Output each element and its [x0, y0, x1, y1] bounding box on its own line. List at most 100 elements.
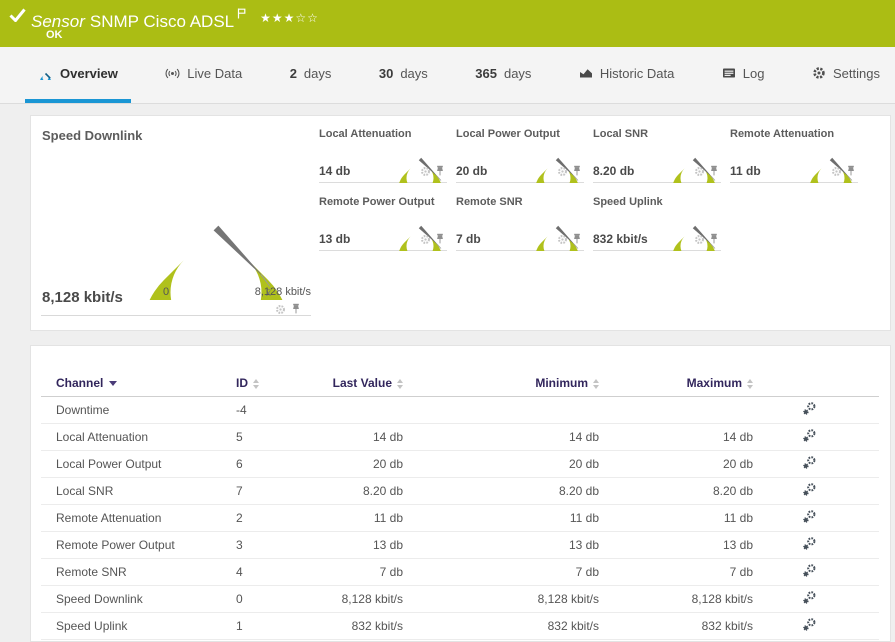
- pin-icon[interactable]: [572, 164, 582, 182]
- pin-icon[interactable]: [709, 232, 719, 250]
- channel-settings-gears-icon[interactable]: [802, 401, 817, 419]
- historic-data-area-chart-icon: [579, 67, 593, 79]
- channel-settings-gears-icon[interactable]: [802, 590, 817, 608]
- tab-365-days[interactable]: 365 days: [462, 47, 544, 103]
- tab-historic-data[interactable]: Historic Data: [566, 47, 687, 103]
- channel-settings-gears-icon[interactable]: [802, 563, 817, 581]
- channel-settings-gears-icon[interactable]: [802, 617, 817, 635]
- cell-id: 3: [236, 531, 321, 559]
- pin-icon[interactable]: [572, 232, 582, 250]
- sort-desc-icon: [109, 381, 118, 387]
- mini-gauge-value: 11 db: [730, 164, 761, 178]
- column-header-actions: [753, 370, 879, 397]
- sort-toggle-icon: [593, 378, 599, 389]
- cell-min: 7 db: [403, 558, 599, 586]
- table-row: Remote Attenuation 2 11 db 11 db 11 db: [41, 504, 879, 532]
- sensor-status-header: Sensor SNMP Cisco ADSL ★★★☆☆ OK: [0, 0, 895, 47]
- cell-min: 832 kbit/s: [403, 612, 599, 640]
- tab-live-data[interactable]: Live Data: [152, 47, 255, 103]
- mini-gauge-grid: Local Attenuation 14 db Local Power Output…: [319, 125, 871, 261]
- table-row: Speed Downlink 0 8,128 kbit/s 8,128 kbit/s 8…: [41, 585, 879, 613]
- mini-gauge-remote-attenuation: Remote Attenuation 11 db: [730, 125, 858, 183]
- gear-icon[interactable]: [557, 164, 568, 182]
- gear-icon[interactable]: [275, 302, 286, 320]
- tab-label: Live Data: [187, 65, 243, 81]
- column-header-channel[interactable]: Channel: [41, 370, 236, 397]
- column-header-minimum[interactable]: Minimum: [403, 370, 599, 397]
- cell-actions: [753, 504, 879, 532]
- tab-30-days[interactable]: 30 days: [366, 47, 441, 103]
- primary-channel-gauge: x̄: [149, 225, 283, 300]
- mini-gauge-value: 8.20 db: [593, 164, 635, 178]
- cell-min: 20 db: [403, 450, 599, 478]
- divider: [41, 315, 311, 316]
- live-data-broadcast-icon: [165, 67, 180, 80]
- channels-table: Channel ID Last Value Minimum Maximum Downti…: [41, 370, 879, 640]
- mini-gauge-title: Speed Uplink: [593, 196, 663, 208]
- status-badge: OK: [46, 29, 63, 41]
- channel-settings-gears-icon[interactable]: [802, 536, 817, 554]
- priority-stars[interactable]: ★★★☆☆: [260, 11, 319, 25]
- cell-channel: Remote Power Output: [41, 531, 236, 559]
- cell-last: 14 db: [321, 423, 403, 451]
- pin-icon[interactable]: [435, 232, 445, 250]
- cell-actions: [753, 396, 879, 424]
- cell-min: 14 db: [403, 423, 599, 451]
- pin-icon[interactable]: [846, 164, 856, 182]
- cell-channel: Downtime: [41, 396, 236, 424]
- mini-gauge-speed-uplink: Speed Uplink 832 kbit/s: [593, 193, 721, 251]
- cell-max: 14 db: [599, 423, 753, 451]
- sort-toggle-icon: [253, 378, 259, 389]
- mini-gauge-value: 20 db: [456, 164, 488, 178]
- mini-gauge-local-power-output: Local Power Output 20 db: [456, 125, 584, 183]
- cell-last: 832 kbit/s: [321, 612, 403, 640]
- gear-icon[interactable]: [831, 164, 842, 182]
- channel-settings-gears-icon[interactable]: [802, 428, 817, 446]
- cell-channel: Speed Uplink: [41, 612, 236, 640]
- mini-gauge-remote-power-output: Remote Power Output 13 db: [319, 193, 447, 251]
- cell-actions: [753, 531, 879, 559]
- sort-toggle-icon: [747, 378, 753, 389]
- tab-label: days: [503, 65, 532, 81]
- channel-settings-gears-icon[interactable]: [802, 509, 817, 527]
- column-header-id[interactable]: ID: [236, 370, 321, 397]
- tab-log[interactable]: Log: [709, 47, 778, 103]
- cell-id: 1: [236, 612, 321, 640]
- column-header-last-value[interactable]: Last Value: [321, 370, 403, 397]
- cell-max: [599, 396, 753, 424]
- cell-last: 13 db: [321, 531, 403, 559]
- tab-2-days[interactable]: 2 days: [277, 47, 345, 103]
- table-row: Downtime -4: [41, 396, 879, 424]
- column-header-maximum[interactable]: Maximum: [599, 370, 753, 397]
- overview-gauge-icon: [38, 67, 53, 80]
- pin-icon[interactable]: [291, 302, 301, 320]
- tab-overview[interactable]: Overview: [25, 47, 131, 103]
- channel-settings-gears-icon[interactable]: [802, 482, 817, 500]
- column-label: Last Value: [332, 376, 392, 390]
- flag-icon[interactable]: [237, 4, 246, 24]
- cell-min: 8,128 kbit/s: [403, 585, 599, 613]
- cell-actions: [753, 612, 879, 640]
- gear-icon[interactable]: [420, 232, 431, 250]
- pin-icon[interactable]: [709, 164, 719, 182]
- cell-actions: [753, 477, 879, 505]
- cell-max: 832 kbit/s: [599, 612, 753, 640]
- channel-settings-gears-icon[interactable]: [802, 455, 817, 473]
- pin-icon[interactable]: [435, 164, 445, 182]
- cell-id: 4: [236, 558, 321, 586]
- mini-gauge-local-snr: Local SNR 8.20 db: [593, 125, 721, 183]
- tab-settings[interactable]: Settings: [799, 47, 893, 103]
- channels-panel: Channel ID Last Value Minimum Maximum Downti…: [30, 345, 891, 642]
- mini-gauge-value: 13 db: [319, 232, 351, 246]
- tab-label: Historic Data: [599, 65, 675, 81]
- gear-icon[interactable]: [694, 164, 705, 182]
- cell-id: 2: [236, 504, 321, 532]
- mini-gauge-value: 14 db: [319, 164, 351, 178]
- mini-gauge-title: Remote SNR: [456, 196, 523, 208]
- gear-icon[interactable]: [557, 232, 568, 250]
- cell-max: 8.20 db: [599, 477, 753, 505]
- gear-icon[interactable]: [420, 164, 431, 182]
- tab-number: 2: [289, 65, 297, 81]
- column-label: ID: [236, 376, 248, 390]
- gear-icon[interactable]: [694, 232, 705, 250]
